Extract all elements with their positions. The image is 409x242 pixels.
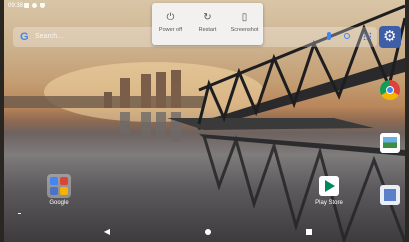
restart-icon: ↻ (203, 12, 212, 23)
navigation-bar: ◀ (4, 222, 405, 242)
google-folder[interactable] (47, 174, 71, 198)
power-off-label: Power off (158, 27, 183, 33)
apps-grid-icon[interactable] (363, 32, 371, 40)
screenshot-button[interactable]: ▯ Screenshot (226, 3, 263, 45)
shield-icon (40, 3, 45, 8)
power-off-button[interactable]: ⏻ Power off (152, 3, 189, 45)
gallery-icon[interactable] (380, 133, 400, 153)
message-icon (24, 3, 29, 8)
play-store-label: Play Store (315, 200, 343, 206)
folder-app-2-icon (60, 177, 68, 185)
mic-icon[interactable] (327, 32, 331, 40)
power-icon: ⏻ (166, 12, 175, 23)
screenshot-label: Screenshot (230, 27, 259, 33)
restart-label: Restart (198, 27, 217, 33)
back-button[interactable]: ◀ (100, 226, 114, 238)
play-store-icon[interactable] (319, 176, 339, 196)
home-icon (205, 229, 211, 235)
recents-icon (306, 229, 312, 235)
lens-icon[interactable] (344, 33, 350, 39)
power-menu: ⏻ Power off ↻ Restart ▯ Screenshot (152, 3, 263, 45)
chrome-icon[interactable] (380, 80, 400, 100)
google-folder-label: Google (49, 200, 69, 206)
restart-button[interactable]: ↻ Restart (189, 3, 226, 45)
folder-app-3-icon (50, 187, 58, 195)
screenshot-icon: ▯ (241, 12, 248, 23)
google-logo-icon: G (20, 31, 29, 43)
page-indicator (18, 213, 21, 214)
folder-app-4-icon (60, 187, 68, 195)
status-time: 09:38 (8, 3, 24, 9)
folder-app-1-icon (50, 177, 58, 185)
search-placeholder: Search... (35, 33, 64, 40)
home-screen: 09:38 G Search... ⚙ ⏻ Power off ↻ Restar… (4, 0, 405, 242)
gear-icon: ⚙ (383, 28, 397, 45)
settings-status-icon (32, 3, 37, 8)
settings-app-icon[interactable]: ⚙ (379, 26, 401, 48)
files-icon[interactable] (380, 185, 400, 205)
